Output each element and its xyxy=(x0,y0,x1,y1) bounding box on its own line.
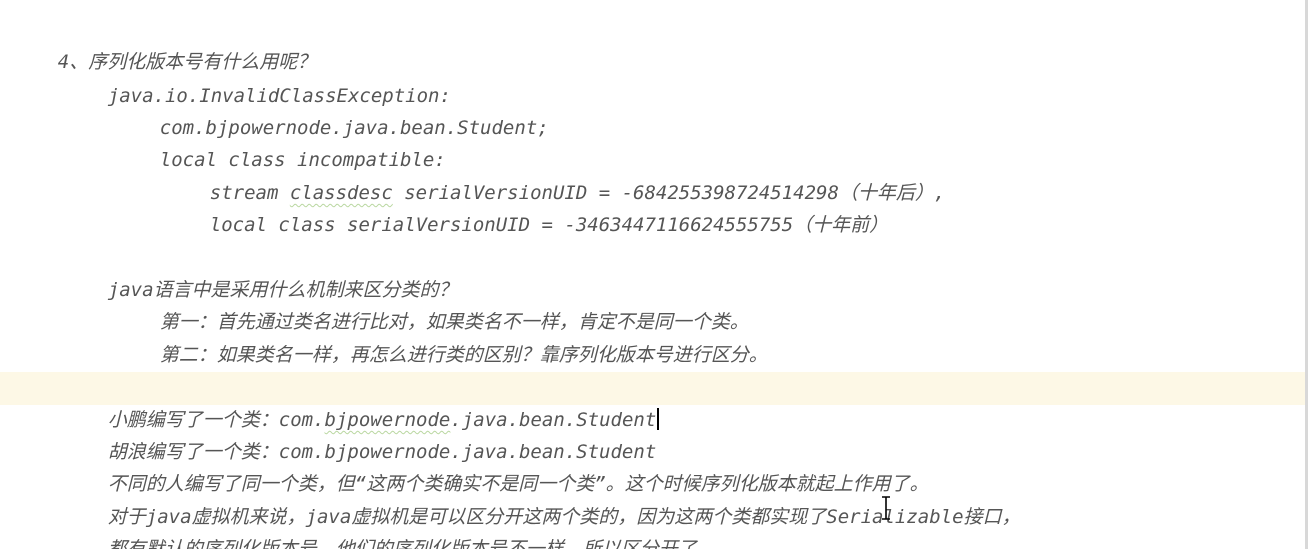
text-line: 4、序列化版本号有什么用呢？ xyxy=(12,14,316,73)
text-line: stream classdesc serialVersionUID = -684… xyxy=(164,145,946,204)
text-line: java.io.InvalidClassException: xyxy=(62,48,451,107)
text-line: 不同的人编写了同一个类，但“这两个类确实不是同一个类”。这个时候序列化版本就起上… xyxy=(62,436,929,495)
text-line: local class incompatible: xyxy=(114,112,446,171)
line-text: 第二：如果类名一样，再怎么进行类的区别？靠序列化版本号进行区分。 xyxy=(159,344,768,366)
text-line: 小鹏编写了一个类：com.bjpowernode.java.bean.Stude… xyxy=(62,372,660,431)
text-line: local class serialVersionUID = -34634471… xyxy=(164,177,888,236)
text-line: 对于java虚拟机来说，java虚拟机是可以区分开这两个类的，因为这两个类都实现… xyxy=(62,469,1021,528)
text-line: 胡浪编写了一个类：com.bjpowernode.java.bean.Stude… xyxy=(62,404,657,463)
text-cursor-icon xyxy=(882,496,890,520)
text-editor[interactable]: 4、序列化版本号有什么用呢？ java.io.InvalidClassExcep… xyxy=(0,0,1308,549)
text-line: 第一：首先通过类名进行比对，如果类名不一样，肯定不是同一个类。 xyxy=(114,274,749,333)
text-caret xyxy=(657,407,660,430)
line-text: local class serialVersionUID = -34634471… xyxy=(209,214,889,236)
text-line: 第二：如果类名一样，再怎么进行类的区别？靠序列化版本号进行区分。 xyxy=(114,307,768,366)
text-line: java语言中是采用什么机制来区分类的？ xyxy=(62,242,458,301)
line-text: 都有默认的序列化版本号，他们的序列化版本号不一样。所以区分开了。 xyxy=(107,538,716,549)
text-line: 都有默认的序列化版本号，他们的序列化版本号不一样。所以区分开了。 xyxy=(62,501,716,549)
text-line: com.bjpowernode.java.bean.Student; xyxy=(114,80,549,139)
